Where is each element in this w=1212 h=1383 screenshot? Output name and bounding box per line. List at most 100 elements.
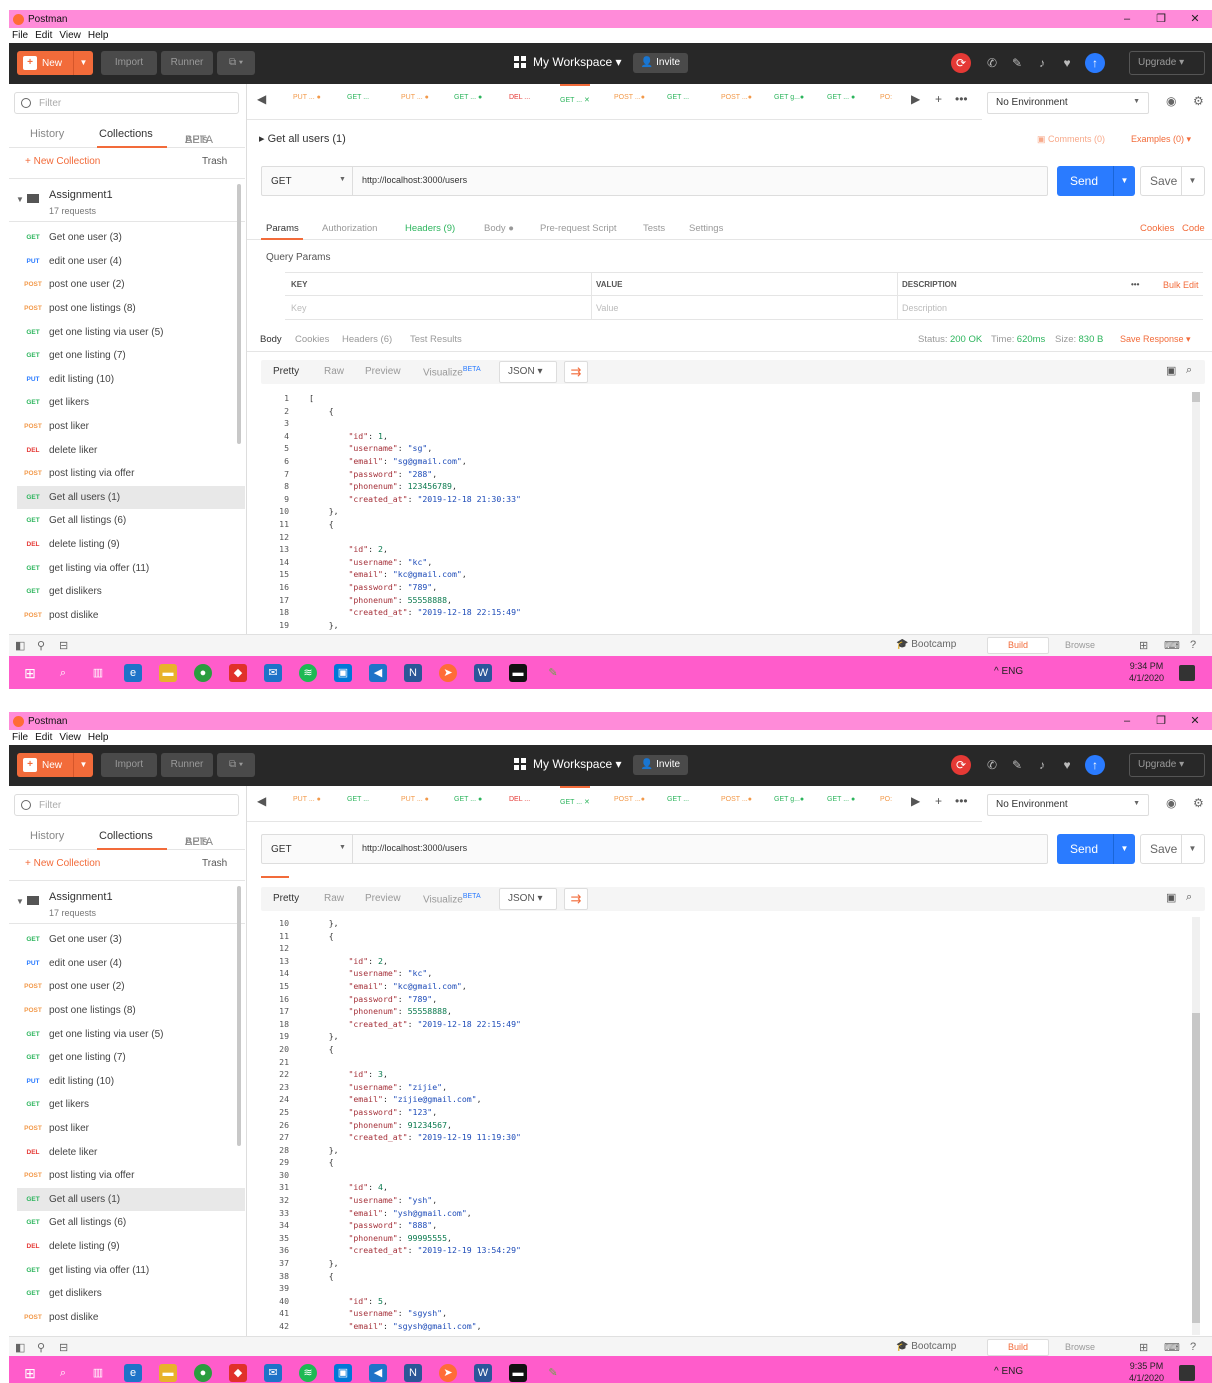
sidebar-request-item[interactable]: POST post listing via offer — [17, 462, 245, 486]
tab-scroll-right-icon[interactable]: ▶ — [911, 794, 920, 808]
code-scrollbar[interactable] — [1192, 917, 1200, 1335]
sidebar-request-item[interactable]: POST post listing via offer — [17, 1164, 245, 1188]
tab-scroll-right-icon[interactable]: ▶ — [911, 92, 920, 106]
two-pane-icon[interactable]: ⊞ — [1139, 639, 1148, 652]
file-explorer-icon[interactable]: ▬ — [159, 1364, 177, 1382]
sidebar-request-item[interactable]: POST post one user (2) — [17, 975, 245, 999]
sidebar-request-item[interactable]: GET get likers — [17, 391, 245, 415]
sidebar-toggle-icon[interactable]: ◧ — [15, 639, 25, 652]
workspace-selector[interactable]: My Workspace ▾ — [514, 757, 622, 771]
mail-icon[interactable]: ✉ — [264, 664, 282, 682]
invite-button[interactable]: 👤 Invite — [633, 755, 688, 775]
tab-scroll-left-icon[interactable]: ◀ — [257, 92, 266, 106]
edge-icon[interactable]: e — [124, 1364, 142, 1382]
filter-input[interactable]: Filter — [14, 794, 239, 816]
send-button[interactable]: Send ▼ — [1057, 834, 1135, 864]
console-icon[interactable]: ⊟ — [59, 639, 68, 652]
browse-toggle[interactable]: Browse — [1049, 637, 1111, 654]
vscode-icon[interactable]: ◀ — [369, 1364, 387, 1382]
menu-file[interactable]: File — [12, 30, 28, 41]
format-select[interactable]: JSON ▾ — [499, 361, 557, 383]
more-tabs-icon[interactable]: ••• — [955, 794, 968, 808]
examples-link[interactable]: Examples (0) ▾ — [1131, 134, 1191, 145]
minimize-button[interactable]: – — [1110, 712, 1144, 730]
eye-icon[interactable]: ◉ — [1166, 796, 1176, 810]
office-icon[interactable]: ◆ — [229, 1364, 247, 1382]
mail-icon[interactable]: ✉ — [264, 1364, 282, 1382]
bootcamp-link[interactable]: 🎓 Bootcamp — [896, 639, 956, 650]
runner-button[interactable]: Runner — [161, 753, 213, 777]
sidebar-request-item[interactable]: GET Get all users (1) — [17, 1187, 245, 1212]
help-icon[interactable]: ? — [1190, 1341, 1196, 1353]
tab-settings[interactable]: Settings — [689, 223, 723, 234]
sidebar-request-item[interactable]: GET Get all users (1) — [17, 485, 245, 510]
sidebar-request-item[interactable]: GET get listing via offer (11) — [17, 1258, 245, 1282]
notification-icon[interactable] — [1179, 665, 1195, 681]
find-icon[interactable]: ⚲ — [37, 1341, 45, 1354]
paint-icon[interactable]: ✎ — [544, 664, 562, 682]
postman-icon[interactable]: ➤ — [439, 1364, 457, 1382]
request-tab[interactable]: GET ... ● — [827, 796, 855, 803]
key-input[interactable]: Key — [291, 303, 307, 313]
sync-icon[interactable]: ⟳ — [951, 53, 971, 73]
request-tab[interactable]: PO: — [880, 94, 892, 101]
request-tab[interactable]: PUT ... ● — [293, 94, 321, 101]
notification-icon[interactable] — [1179, 1365, 1195, 1381]
word-icon[interactable]: W — [474, 664, 492, 682]
sidebar-request-item[interactable]: DEL delete listing (9) — [17, 1235, 245, 1259]
comments-link[interactable]: ▣ Comments (0) — [1037, 134, 1105, 145]
vscode-icon[interactable]: ◀ — [369, 664, 387, 682]
request-tab[interactable]: GET g...● — [774, 796, 804, 803]
sidebar-request-item[interactable]: GET get listing via offer (11) — [17, 556, 245, 580]
sidebar-request-item[interactable]: GET get one listing via user (5) — [17, 1022, 245, 1046]
more-options-icon[interactable]: ••• — [1131, 280, 1139, 289]
request-tab[interactable]: GET ... — [667, 796, 689, 803]
chevron-down-icon[interactable]: ▼ — [16, 195, 24, 204]
chevron-down-icon[interactable]: ▼ — [1113, 166, 1135, 196]
request-tab[interactable]: GET ... ● — [454, 796, 482, 803]
code-link[interactable]: Code — [1182, 223, 1205, 234]
format-select[interactable]: JSON ▾ — [499, 888, 557, 910]
request-tab[interactable]: GET ... ✕ — [560, 84, 590, 104]
chevron-down-icon[interactable]: ▼ — [1113, 834, 1135, 864]
request-tab[interactable]: POST ...● — [721, 94, 752, 101]
bell-icon[interactable]: ♪ — [1031, 758, 1053, 772]
request-tab[interactable]: POST ...● — [614, 94, 645, 101]
paint-icon[interactable]: ✎ — [544, 1364, 562, 1382]
windows-start-icon[interactable]: ⊞ — [21, 664, 39, 682]
invite-button[interactable]: 👤 Invite — [633, 53, 688, 73]
update-icon[interactable]: ↑ — [1085, 755, 1105, 775]
chevron-down-icon[interactable]: ▼ — [339, 176, 346, 183]
add-tab-icon[interactable]: + — [935, 92, 942, 106]
view-preview[interactable]: Preview — [365, 893, 401, 904]
search-icon[interactable]: ⌕ — [54, 664, 72, 682]
file-explorer-icon[interactable]: ▬ — [159, 664, 177, 682]
tab-response-body[interactable]: Body — [260, 334, 282, 345]
value-input[interactable]: Value — [596, 303, 618, 313]
collection-item[interactable]: ▼ Assignment1 17 requests — [9, 178, 245, 222]
runner-button[interactable]: Runner — [161, 51, 213, 75]
bell-icon[interactable]: ♪ — [1031, 56, 1053, 70]
heart-icon[interactable]: ♥ — [1056, 56, 1078, 70]
console-icon[interactable]: ⊟ — [59, 1341, 68, 1354]
search-icon[interactable]: ⌕ — [1186, 891, 1192, 904]
build-toggle[interactable]: Build — [987, 637, 1049, 654]
url-input[interactable]: http://localhost:3000/users — [362, 843, 467, 853]
sidebar-request-item[interactable]: DEL delete liker — [17, 438, 245, 462]
sidebar-request-item[interactable]: PUT edit listing (10) — [17, 368, 245, 392]
task-view-icon[interactable]: ▥ — [89, 664, 107, 682]
wrench-icon[interactable]: ✎ — [1006, 56, 1028, 70]
chrome-icon[interactable]: ● — [194, 664, 212, 682]
collection-item[interactable]: ▼ Assignment1 17 requests — [9, 880, 245, 924]
sidebar-request-item[interactable]: GET Get all listings (6) — [17, 509, 245, 533]
chevron-down-icon[interactable]: ▼ — [73, 51, 93, 75]
request-tab[interactable]: PO: — [880, 796, 892, 803]
trash-button[interactable]: Trash — [202, 858, 227, 869]
new-window-button[interactable]: ⧉ ▾ — [217, 753, 255, 777]
environment-select[interactable]: No Environment ▼ — [987, 794, 1149, 816]
taskbar-clock[interactable]: 9:35 PM 4/1/2020 — [1129, 1360, 1164, 1383]
sidebar-request-item[interactable]: GET Get one user (3) — [17, 928, 245, 952]
new-collection-button[interactable]: + New Collection — [25, 858, 100, 869]
maximize-button[interactable]: ❐ — [1144, 712, 1178, 730]
postman-icon[interactable]: ➤ — [439, 664, 457, 682]
